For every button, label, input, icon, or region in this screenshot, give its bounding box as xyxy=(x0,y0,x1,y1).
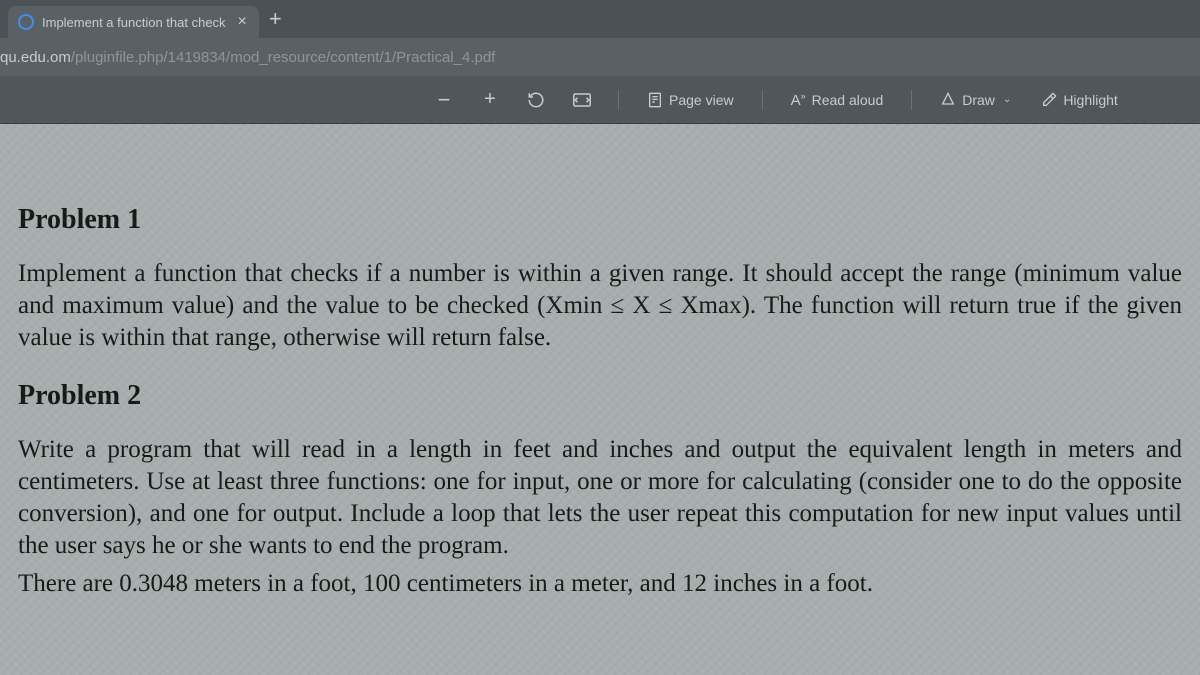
highlight-button[interactable]: Highlight xyxy=(1033,88,1125,112)
problem-1-heading: Problem 1 xyxy=(18,204,1182,236)
toolbar-divider xyxy=(911,90,912,110)
new-tab-button[interactable]: + xyxy=(259,6,292,32)
address-bar[interactable]: qu.edu.om/pluginfile.php/1419834/mod_res… xyxy=(0,38,1200,76)
rotate-icon xyxy=(527,91,545,109)
toolbar-divider xyxy=(618,90,619,110)
pdf-content-area: Problem 1 Implement a function that chec… xyxy=(0,124,1200,675)
page-view-label: Page view xyxy=(669,92,734,108)
toolbar-divider xyxy=(762,90,763,110)
pdf-toolbar: − + Page view A» Read aloud Draw ⌄ Highl… xyxy=(0,76,1200,124)
url-text: qu.edu.om/pluginfile.php/1419834/mod_res… xyxy=(0,49,495,66)
chevron-down-icon: ⌄ xyxy=(1003,94,1011,105)
tab-favicon xyxy=(18,14,34,30)
draw-icon xyxy=(940,92,956,108)
page-view-icon xyxy=(647,92,663,108)
url-domain: qu.edu.om xyxy=(0,49,71,66)
problem-2-text: Write a program that will read in a leng… xyxy=(18,434,1182,562)
draw-label: Draw xyxy=(962,92,995,108)
highlight-icon xyxy=(1041,92,1057,108)
url-path: /pluginfile.php/1419834/mod_resource/con… xyxy=(71,49,495,66)
read-aloud-label: Read aloud xyxy=(812,92,884,108)
read-aloud-icon: A» xyxy=(791,91,806,109)
problem-1-text: Implement a function that checks if a nu… xyxy=(18,258,1182,354)
zoom-out-button[interactable]: − xyxy=(428,84,460,116)
draw-button[interactable]: Draw ⌄ xyxy=(932,88,1019,112)
browser-tab-bar: Implement a function that check × + xyxy=(0,0,1200,38)
fit-icon xyxy=(573,93,591,107)
browser-tab[interactable]: Implement a function that check × xyxy=(8,6,259,38)
fit-page-button[interactable] xyxy=(566,84,598,116)
close-tab-button[interactable]: × xyxy=(234,13,251,31)
rotate-button[interactable] xyxy=(520,84,552,116)
problem-2-cutoff: There are 0.3048 meters in a foot, 100 c… xyxy=(18,568,1182,600)
highlight-label: Highlight xyxy=(1063,92,1117,108)
zoom-in-button[interactable]: + xyxy=(474,84,506,116)
problem-2-heading: Problem 2 xyxy=(18,380,1182,412)
page-view-button[interactable]: Page view xyxy=(639,88,742,112)
tab-title: Implement a function that check xyxy=(42,15,226,30)
read-aloud-button[interactable]: A» Read aloud xyxy=(783,87,892,113)
